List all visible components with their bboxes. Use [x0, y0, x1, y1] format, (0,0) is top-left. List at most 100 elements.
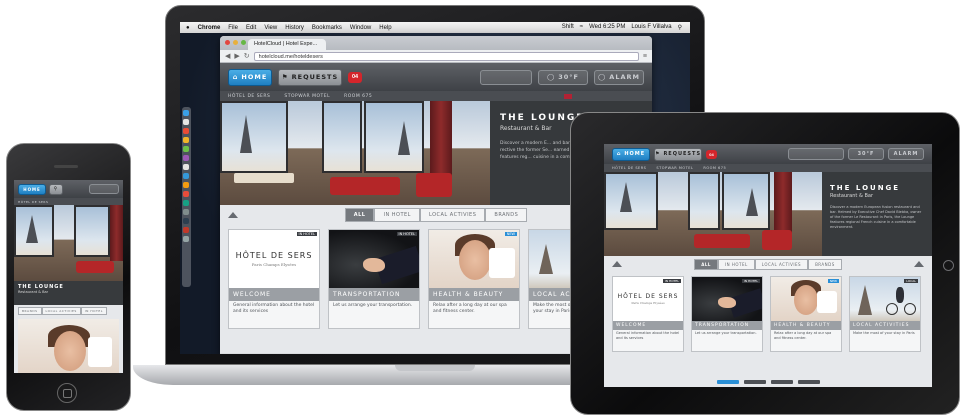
- menu-edit[interactable]: Edit: [246, 25, 256, 31]
- browser-tab[interactable]: HotelCloud | Hotel Expe...: [248, 39, 326, 50]
- cyclist-icon: [896, 287, 904, 303]
- home-icon: ⌂: [616, 151, 622, 157]
- hero-banner[interactable]: THE LOUNGE Restaurant & Bar Discover a m…: [604, 172, 932, 256]
- dock-preferences-icon[interactable]: [183, 209, 189, 215]
- filter-all[interactable]: ALL: [694, 258, 718, 270]
- page-dot[interactable]: [716, 380, 739, 384]
- temperature-button[interactable]: ◯ 30°F: [538, 69, 588, 85]
- search-field[interactable]: [788, 148, 844, 160]
- requests-button[interactable]: ⚑ REQUESTS: [654, 147, 702, 161]
- card-caption: HEALTH & BEAUTY: [429, 288, 519, 301]
- phone-home-button[interactable]: [57, 383, 77, 403]
- filter-brands[interactable]: BRANDS: [18, 307, 42, 315]
- tablet-screen: ⌂ HOME ⚑ REQUESTS 04 30°F ALARM HÔTEL DE S…: [604, 144, 932, 387]
- dock-chrome-icon[interactable]: [183, 128, 189, 134]
- menu-app-name[interactable]: Chrome: [198, 25, 221, 31]
- dock-app-icon[interactable]: [183, 191, 189, 197]
- home-button[interactable]: ⌂ HOME: [228, 68, 272, 86]
- menu-button[interactable]: [89, 184, 119, 194]
- hero-subtitle: Restaurant & Bar: [830, 193, 874, 199]
- card-transportation[interactable]: IN HOTEL TRANSPORTATION Let us arrange y…: [328, 229, 420, 329]
- tablet-home-button[interactable]: [943, 260, 954, 271]
- dock-finder-icon[interactable]: [183, 110, 189, 116]
- dock-trash-icon[interactable]: [183, 236, 189, 242]
- back-icon[interactable]: ◀: [225, 52, 230, 60]
- dock-safari-icon[interactable]: [183, 119, 189, 125]
- church-spire-icon: [620, 182, 632, 212]
- page-indicator: [604, 380, 932, 384]
- card-welcome[interactable]: IN HOTEL HÔTEL DE SERS Paris Champs Elys…: [612, 276, 684, 352]
- filter-in-hotel[interactable]: IN HOTEL: [717, 258, 755, 270]
- filter-local-activities[interactable]: LOCAL ACTIVIES: [754, 258, 809, 270]
- dock-mail-icon[interactable]: [183, 137, 189, 143]
- card-tag: NEW: [504, 232, 517, 236]
- menu-history[interactable]: History: [285, 25, 304, 31]
- filter-bar: ALL IN HOTEL LOCAL ACTIVIES BRANDS: [604, 256, 932, 272]
- filter-in-hotel[interactable]: IN HOTEL: [374, 208, 420, 222]
- apple-icon[interactable]: ●: [186, 25, 190, 31]
- card-caption: TRANSPORTATION: [329, 288, 419, 301]
- alarm-button[interactable]: ALARM: [888, 148, 924, 160]
- temperature-button[interactable]: 30°F: [848, 148, 884, 160]
- card-caption: TRANSPORTATION: [692, 321, 762, 330]
- status-shift: Shift: [561, 24, 574, 30]
- address-bar[interactable]: hotelcloud.me/hoteldesers: [253, 51, 639, 61]
- menu-icon[interactable]: ≡: [643, 53, 647, 60]
- filter-brands[interactable]: BRANDS: [485, 208, 528, 222]
- card-health-beauty[interactable]: NEW HEALTH & BEAUTY Relax after a long d…: [428, 229, 520, 329]
- wifi-icon[interactable]: ≈: [580, 24, 583, 31]
- card-caption: LOCAL ACTIVITIES: [850, 321, 920, 330]
- page-dot[interactable]: [770, 380, 793, 384]
- menu-help[interactable]: Help: [379, 25, 391, 31]
- minimize-icon[interactable]: [233, 40, 238, 45]
- page-dot[interactable]: [743, 380, 766, 384]
- forward-icon[interactable]: ▶: [234, 52, 239, 60]
- alarm-button[interactable]: ◯ ALARM: [594, 69, 644, 85]
- menu-window[interactable]: Window: [350, 25, 371, 31]
- filter-all[interactable]: ALL: [344, 208, 375, 222]
- filter-local-activities[interactable]: LOCAL ACTIVIES: [419, 208, 486, 222]
- dock-appstore-icon[interactable]: [183, 173, 189, 179]
- lounge-photo[interactable]: [14, 205, 123, 281]
- card-health-beauty[interactable]: NEW HEALTH & BEAUTY Relax after a long d…: [770, 276, 842, 352]
- dock-app-icon[interactable]: [183, 200, 189, 206]
- filter-brands[interactable]: BRANDS: [808, 258, 842, 270]
- search-button[interactable]: ⚲: [49, 183, 63, 195]
- dock-calendar-icon[interactable]: [183, 164, 189, 170]
- flag-icon[interactable]: [564, 93, 572, 99]
- dock-messages-icon[interactable]: [183, 146, 189, 152]
- card-welcome[interactable]: IN HOTEL HÔTEL DE SERS Paris Champs Elys…: [228, 229, 320, 329]
- spa-photo: NEW: [429, 230, 519, 288]
- scroll-up-icon[interactable]: [228, 212, 238, 218]
- scroll-up-icon[interactable]: [612, 261, 622, 267]
- spotlight-icon[interactable]: ⚲: [678, 24, 682, 31]
- spa-photo[interactable]: [18, 319, 119, 373]
- dock-itunes-icon[interactable]: [183, 155, 189, 161]
- home-button[interactable]: HOME: [18, 183, 46, 195]
- card-transportation[interactable]: IN HOTEL TRANSPORTATION Let us arrange y…: [691, 276, 763, 352]
- hotel-logo: IN HOTEL HÔTEL DE SERS Paris Champs Elys…: [229, 230, 319, 288]
- filter-in-hotel[interactable]: IN HOTEL: [80, 307, 107, 315]
- hero-description: Discover a modern European fusion restau…: [830, 205, 922, 229]
- dock-photos-icon[interactable]: [183, 182, 189, 188]
- requests-button[interactable]: ⚑ REQUESTS: [278, 68, 342, 86]
- card-local-activities[interactable]: LOCAL LOCAL ACTIVITIES Make the most of …: [849, 276, 921, 352]
- search-field[interactable]: [480, 69, 532, 85]
- card-tag: LOCAL: [904, 279, 918, 283]
- filter-local-activities[interactable]: LOCAL ACTIVIES: [41, 307, 81, 315]
- room-number: ROOM 675: [344, 93, 373, 99]
- dock-app-icon[interactable]: [183, 227, 189, 233]
- home-button[interactable]: ⌂ HOME: [612, 147, 650, 161]
- scroll-up-icon[interactable]: [914, 261, 924, 267]
- bell-icon: ⚑: [654, 151, 661, 157]
- close-icon[interactable]: [225, 40, 230, 45]
- clock[interactable]: Wed 6:25 PM: [589, 24, 625, 31]
- menu-file[interactable]: File: [228, 25, 238, 31]
- dock-terminal-icon[interactable]: [183, 218, 189, 224]
- zoom-icon[interactable]: [241, 40, 246, 45]
- menu-bookmarks[interactable]: Bookmarks: [312, 25, 342, 31]
- user-name[interactable]: Louis F Villalva: [631, 24, 671, 31]
- menu-view[interactable]: View: [264, 25, 277, 31]
- page-dot[interactable]: [797, 380, 820, 384]
- reload-icon[interactable]: ↻: [244, 52, 250, 60]
